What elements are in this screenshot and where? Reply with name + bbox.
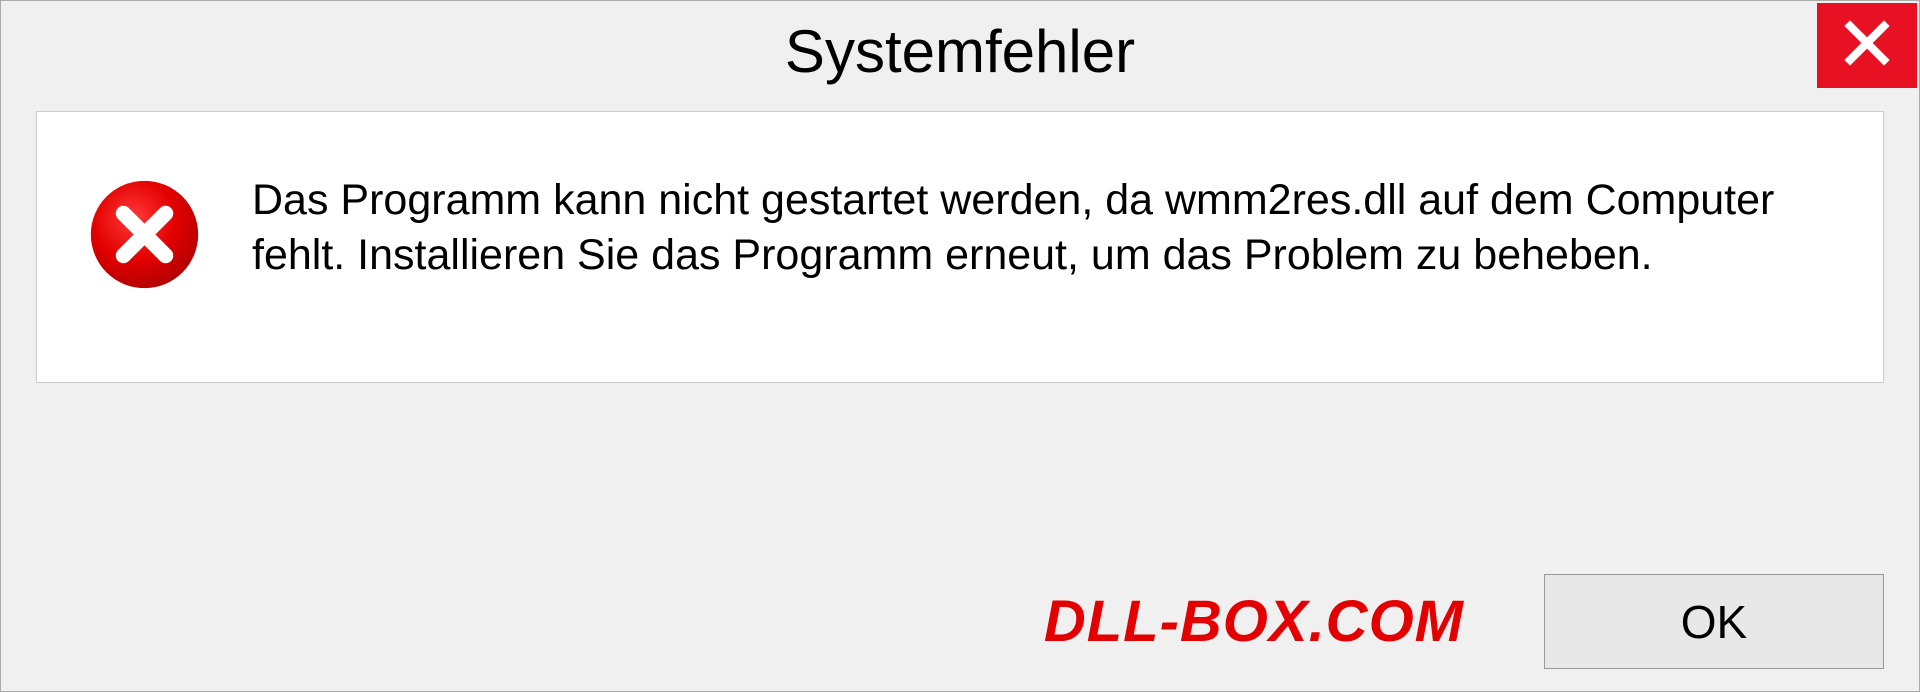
error-message: Das Programm kann nicht gestartet werden… — [252, 167, 1833, 283]
titlebar: Systemfehler — [1, 1, 1919, 101]
close-button[interactable] — [1817, 3, 1917, 88]
error-icon — [87, 177, 202, 292]
message-panel: Das Programm kann nicht gestartet werden… — [36, 111, 1884, 383]
dialog-footer: DLL-BOX.COM OK — [36, 574, 1884, 669]
close-icon — [1842, 18, 1892, 73]
ok-button[interactable]: OK — [1544, 574, 1884, 669]
watermark-text: DLL-BOX.COM — [1044, 588, 1464, 655]
dialog-title: Systemfehler — [785, 17, 1135, 86]
